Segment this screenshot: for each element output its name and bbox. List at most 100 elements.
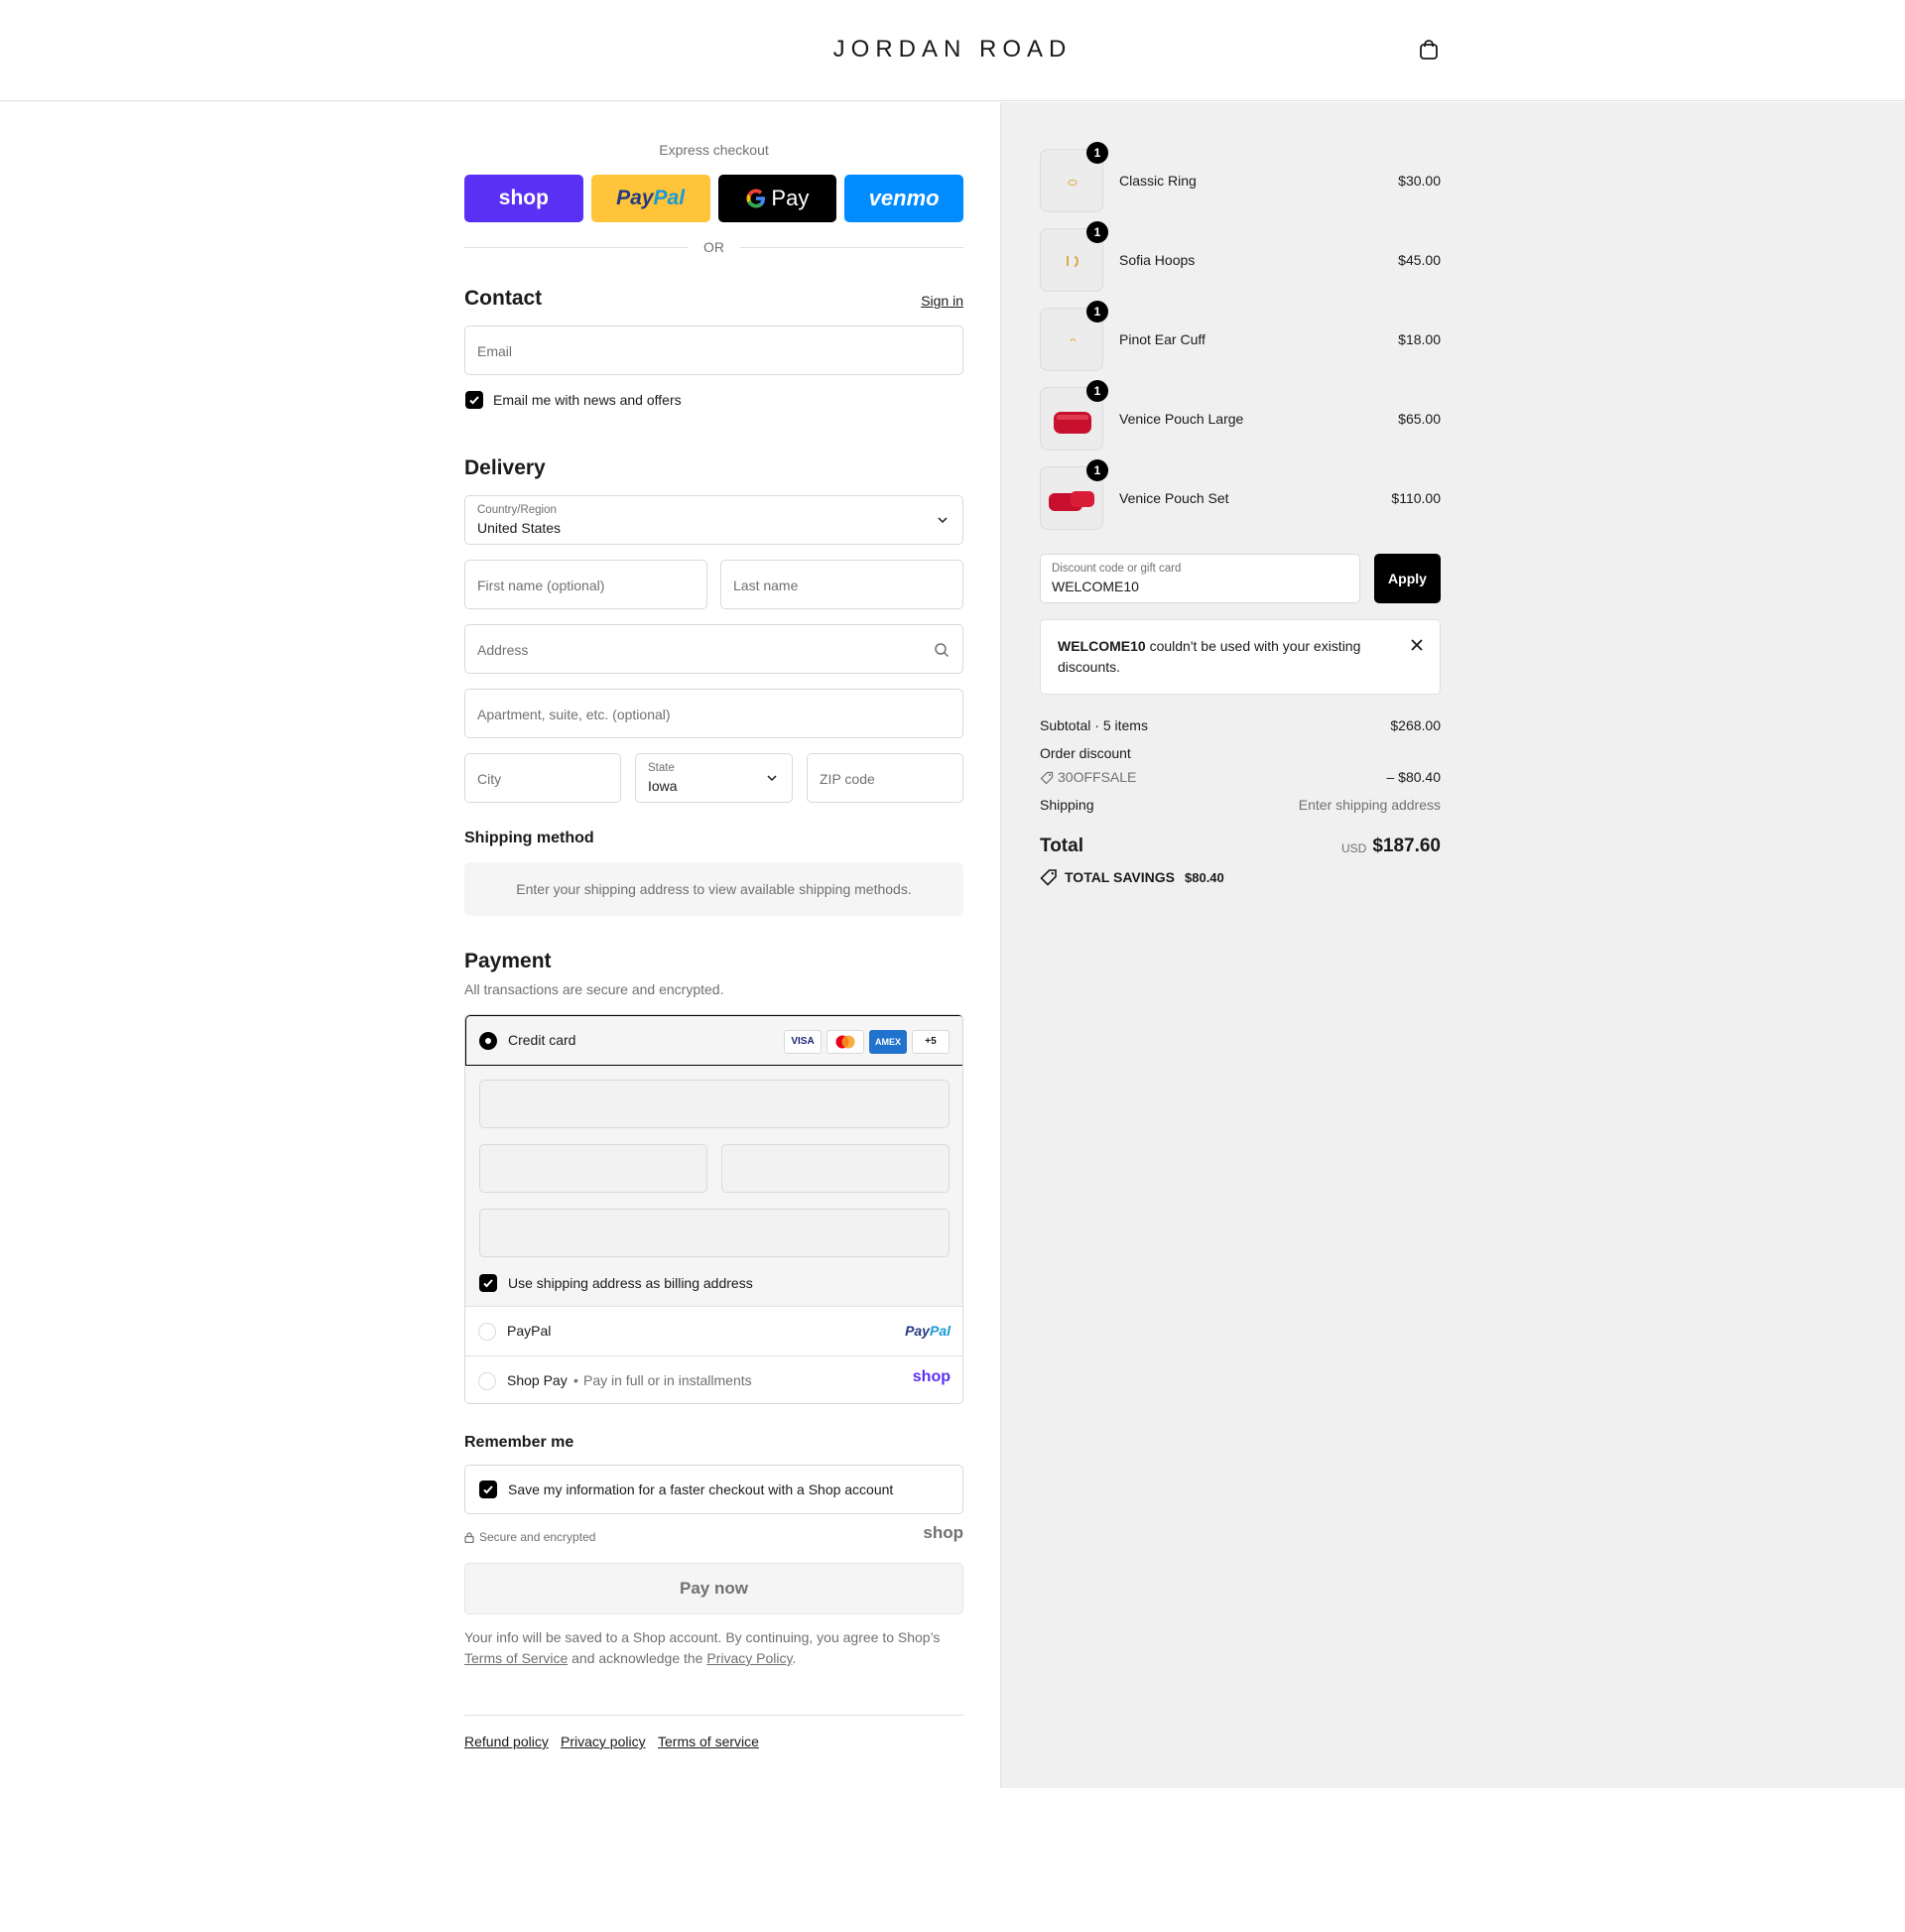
item-name: Classic Ring <box>1119 173 1197 189</box>
terms-of-service-link[interactable]: Terms of service <box>658 1734 759 1749</box>
expiration-field[interactable] <box>479 1144 707 1193</box>
product-thumbnail: 1 <box>1040 380 1108 451</box>
google-pay-button[interactable]: Pay <box>717 175 837 222</box>
subtotal-row: Subtotal · 5 items $268.00 <box>1040 717 1441 737</box>
credit-card-label: Credit card <box>508 1032 576 1048</box>
paypal-option[interactable]: PayPal PayPal <box>465 1306 962 1355</box>
total-label: Total <box>1040 836 1083 856</box>
discount-label: Discount code or gift card <box>1052 563 1182 575</box>
country-select[interactable]: Country/Region United States <box>464 495 963 545</box>
mastercard-circles <box>835 1035 855 1049</box>
shop-logo: shop <box>923 1523 963 1542</box>
mastercard-icon <box>826 1030 864 1054</box>
sign-in-link[interactable]: Sign in <box>921 293 963 309</box>
pay-now-button[interactable]: Pay now <box>464 1563 963 1614</box>
close-icon[interactable] <box>1410 638 1424 652</box>
cart-item: 1 Classic Ring $30.00 <box>1040 142 1441 214</box>
legal-text-end: . <box>792 1650 797 1666</box>
store-logo[interactable]: JORDAN ROAD <box>0 36 1905 64</box>
payment-title: Payment <box>464 950 552 972</box>
google-g-icon <box>746 189 766 208</box>
shop-privacy-link[interactable]: Privacy Policy <box>706 1650 792 1666</box>
total-savings-value: $80.40 <box>1185 870 1224 885</box>
subtotal-label: Subtotal · 5 items <box>1040 717 1148 733</box>
discount-error-banner: WELCOME10 couldn't be used with your exi… <box>1040 619 1441 695</box>
checkmark-icon <box>483 1279 493 1288</box>
bag-icon[interactable] <box>1417 38 1441 62</box>
last-name-placeholder: Last name <box>733 578 799 593</box>
state-value: Iowa <box>648 778 678 794</box>
shop-terms-link[interactable]: Terms of Service <box>464 1650 568 1666</box>
privacy-policy-link[interactable]: Privacy policy <box>561 1734 646 1749</box>
address-field[interactable]: Address <box>464 624 963 674</box>
name-on-card-field[interactable] <box>479 1209 950 1257</box>
city-field[interactable]: City <box>464 753 621 803</box>
state-label: State <box>648 762 675 774</box>
total-savings-label: TOTAL SAVINGS <box>1065 869 1175 885</box>
quantity-badge: 1 <box>1086 380 1108 402</box>
paypal-logo: PayPal <box>905 1323 951 1339</box>
checkmark-icon <box>483 1485 493 1494</box>
product-thumbnail: 1 <box>1040 221 1108 292</box>
cart-item: 1 Pinot Ear Cuff $18.00 <box>1040 301 1441 373</box>
venmo-button[interactable]: venmo <box>844 175 963 222</box>
chevron-down-icon <box>767 775 777 782</box>
paypal-radio[interactable] <box>478 1323 496 1341</box>
discount-code-label: 30OFFSALE <box>1058 769 1137 785</box>
discount-amount: – $80.40 <box>1386 769 1442 785</box>
paypal-button[interactable]: Pay Pal <box>590 175 710 222</box>
discount-code-field[interactable]: Discount code or gift card WELCOME10 <box>1040 554 1360 603</box>
state-select[interactable]: State Iowa <box>635 753 793 803</box>
subtotal-value: $268.00 <box>1390 717 1441 733</box>
legal-text-part: Your info will be saved to a Shop accoun… <box>464 1629 941 1645</box>
item-price: $18.00 <box>1398 331 1441 347</box>
billing-checkbox[interactable] <box>479 1274 497 1292</box>
paypal-label: PayPal <box>507 1323 552 1339</box>
email-field[interactable]: Email <box>464 325 963 375</box>
legal-text-part: and acknowledge the <box>572 1650 703 1666</box>
country-label: Country/Region <box>477 504 557 516</box>
item-price: $30.00 <box>1398 173 1441 189</box>
shipping-label: Shipping <box>1040 797 1094 813</box>
footer-divider <box>464 1715 963 1716</box>
shop-pay-option[interactable]: Shop Pay • Pay in full or in installment… <box>465 1355 962 1403</box>
address-placeholder: Address <box>477 642 529 658</box>
cart-item: 1 Venice Pouch Set $110.00 <box>1040 459 1441 532</box>
google-pay-label: Pay <box>771 186 810 210</box>
first-name-placeholder: First name (optional) <box>477 578 605 593</box>
checkmark-icon <box>469 396 479 405</box>
apartment-field[interactable]: Apartment, suite, etc. (optional) <box>464 689 963 738</box>
apply-button[interactable]: Apply <box>1374 554 1441 603</box>
remember-me-title: Remember me <box>464 1434 574 1451</box>
item-name: Sofia Hoops <box>1119 252 1196 268</box>
email-placeholder: Email <box>477 343 513 359</box>
credit-card-radio[interactable] <box>479 1032 497 1050</box>
save-info-box[interactable]: Save my information for a faster checkou… <box>464 1465 963 1514</box>
quantity-badge: 1 <box>1086 459 1108 481</box>
shipping-methods-message: Enter your shipping address to view avai… <box>464 862 963 916</box>
legal-text: Your info will be saved to a Shop accoun… <box>464 1627 963 1669</box>
last-name-field[interactable]: Last name <box>720 560 963 609</box>
search-icon <box>935 643 950 658</box>
shop-pay-radio[interactable] <box>478 1372 496 1390</box>
item-price: $45.00 <box>1398 252 1441 268</box>
credit-card-option[interactable]: Credit card VISA AMEX +5 <box>465 1015 962 1066</box>
tag-icon <box>1040 869 1057 886</box>
discount-code-row: 30OFFSALE – $80.40 <box>1040 769 1441 789</box>
secure-text: Secure and encrypted <box>479 1530 596 1544</box>
payment-subtitle: All transactions are secure and encrypte… <box>464 981 724 997</box>
refund-policy-link[interactable]: Refund policy <box>464 1734 549 1749</box>
save-info-checkbox[interactable] <box>479 1481 497 1498</box>
security-code-field[interactable] <box>721 1144 950 1193</box>
city-placeholder: City <box>477 771 502 787</box>
credit-card-form: Use shipping address as billing address <box>465 1066 962 1307</box>
news-checkbox[interactable] <box>465 391 483 409</box>
first-name-field[interactable]: First name (optional) <box>464 560 707 609</box>
shop-pay-bullet: • <box>573 1372 578 1388</box>
shop-pay-button[interactable]: shop <box>464 175 583 222</box>
item-name: Pinot Ear Cuff <box>1119 331 1206 347</box>
country-value: United States <box>477 520 562 536</box>
zip-field[interactable]: ZIP code <box>807 753 963 803</box>
quantity-badge: 1 <box>1086 301 1108 322</box>
card-number-field[interactable] <box>479 1080 950 1128</box>
